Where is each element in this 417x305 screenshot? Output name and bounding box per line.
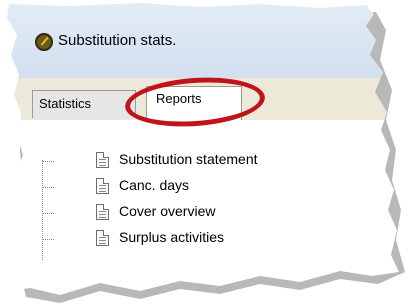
clock-icon [35,33,53,51]
tree-item-cover-overview[interactable]: Cover overview [42,202,372,224]
tree-item-label: Canc. days [119,177,190,193]
tree-item-substitution-statement[interactable]: Substitution statement [42,150,372,172]
title-bar: Substitution stats. [7,3,399,78]
document-icon [96,178,109,194]
document-icon [96,230,109,246]
tree-item-label: Substitution statement [119,151,258,167]
tree-item-surplus-activities[interactable]: Surplus activities [42,228,372,250]
tree-item-label: Cover overview [119,203,216,219]
window-title: Substitution stats. [58,32,177,49]
document-icon [96,204,109,220]
tree-item-label: Surplus activities [119,229,225,245]
screenshot-scene: Substitution stats. Statistics Reports S… [0,0,417,305]
document-icon [96,152,109,168]
substitution-stats-window: Substitution stats. Statistics Reports S… [7,3,399,295]
tree-item-canc-days[interactable]: Canc. days [42,176,372,198]
tab-statistics[interactable]: Statistics [32,90,136,118]
